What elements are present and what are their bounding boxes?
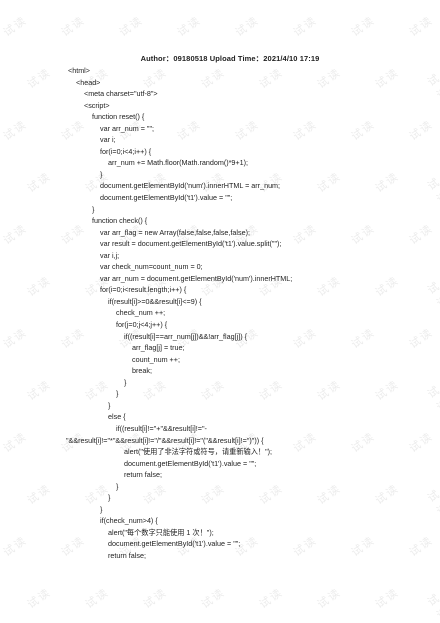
code-line: document.getElementById('t1').value = ""… [108,539,241,549]
code-line: } [100,169,103,179]
code-line: } [116,481,119,491]
watermark-text: 试读 [0,13,30,40]
code-line: } [116,389,119,399]
code-line: alert("使用了非法字符或符号，请重新输入！"); [124,447,273,457]
code-line: function check() { [92,216,148,226]
watermark-text: 试读 [174,13,204,40]
code-line: var i,j; [100,250,120,260]
code-line: "&&result[i]!="*"&&result[i]!="/"&&resul… [66,435,264,445]
watermark-text: 试读 [314,585,344,612]
code-line: alert("每个数字只能使用 1 次！"); [108,527,214,537]
author-upload-header: Author：09180518 Upload Time：2021/4/10 17… [140,54,320,63]
watermark-text: 试读 [198,585,228,612]
code-line: var arr_num = ""; [100,123,155,133]
watermark-text: 试读 [116,13,146,40]
watermark-text: 试读 [406,13,436,40]
code-line: } [92,204,95,214]
code-line: if(check_num>4) { [100,516,158,526]
code-line: else { [108,412,126,422]
code-line: } [108,493,111,503]
watermark-text: 试读 [372,585,402,612]
code-line: arr_num += Math.floor(Math.random()*9+1)… [108,158,249,168]
code-line: return false; [108,550,146,560]
code-line: break; [132,366,152,376]
code-line: } [100,504,103,514]
code-line: var arr_num = document.getElementById('n… [100,273,293,283]
watermark-text: 试读 [425,590,440,623]
code-line: <html> [68,66,90,75]
code-line: <meta charset="utf-8"> [84,89,158,99]
code-line: if(result[i]>=0&&result[i]<=9) { [108,296,202,306]
code-line: document.getElementById('t1').value = ""… [124,458,257,468]
code-line: document.getElementById('num').innerHTML… [100,181,281,191]
code-line: arr_flag[j] = true; [132,343,185,353]
watermark-text: 试读 [58,13,88,40]
code-line: } [124,377,127,387]
watermark-text: 试读 [82,585,112,612]
watermark-text: 试读 [256,585,286,612]
code-line: for(j=0;j<4;j++) { [116,320,168,330]
code-line: var check_num=count_num = 0; [100,262,203,272]
watermark-text: 试读 [232,13,262,40]
document-page: 试读 试读 试读 试读 试读 试读 试读 试读 试读 试读 试读 试读 试读 试读 试读 试读 试读 试读 试读 试读… [0,0,440,623]
watermark-text: 试读 [348,13,378,40]
code-line: count_num ++; [132,354,180,364]
code-line: for(i=0;i<4;i++) { [100,146,152,156]
watermark-text: 试读 [24,585,54,612]
code-line: if((result[i]!="+"&&result[i]!="- [116,423,207,433]
code-line: check_num ++; [116,308,166,318]
code-line: } [108,400,111,410]
code-line: if((result[i]==arr_num[j])&&!arr_flag[j]… [124,331,248,341]
watermark-text: 试读 [140,585,170,612]
code-line: <script> [84,100,110,110]
code-line: document.getElementById('t1').value = ""… [100,193,233,203]
code-line: for(i=0;i<result.length;i++) { [100,285,187,295]
code-line: return false; [124,470,162,480]
code-line: var i; [100,135,116,145]
code-line: var result = document.getElementById('t1… [100,239,282,249]
code-listing: <html> <head> <meta charset="utf-8"> <scrip… [0,65,440,562]
watermark-text: 试读 [290,13,320,40]
code-line: <head> [76,77,101,87]
code-line: function reset() { [92,112,145,122]
code-line: var arr_flag = new Array(false,false,fal… [100,227,251,237]
